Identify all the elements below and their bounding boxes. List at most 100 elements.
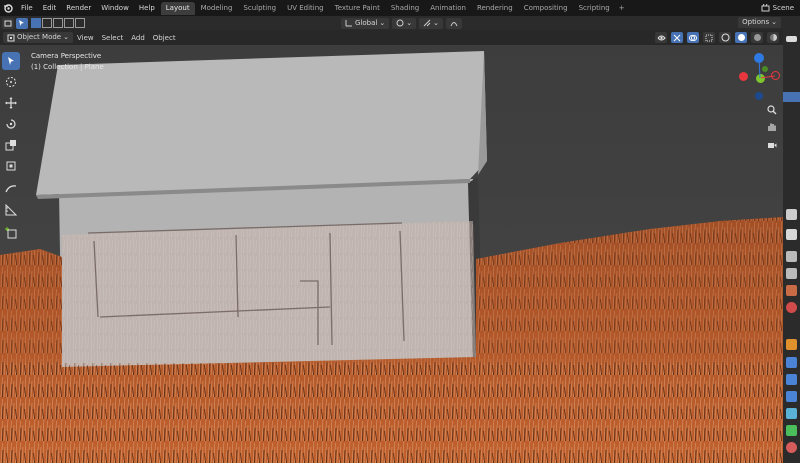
house-roof [36,51,487,195]
chevron-down-icon: ⌄ [406,18,413,27]
physics-tab-icon[interactable] [786,391,797,402]
outliner-selected-row[interactable] [783,92,800,102]
scene-selector[interactable]: Scene [761,0,800,16]
selection-mode-group[interactable] [31,18,85,28]
add-workspace-button[interactable]: + [615,4,629,12]
world-tab-icon[interactable] [786,302,797,313]
menu-add[interactable]: Add [127,34,149,42]
tab-modeling[interactable]: Modeling [196,2,238,15]
menu-select[interactable]: Select [98,34,128,42]
gizmo-icon [673,34,681,41]
gizmo-toggle-button[interactable] [671,32,683,43]
material-tab-icon[interactable] [786,442,797,453]
shading-solid-button[interactable] [735,32,747,43]
tool-tab-icon[interactable] [786,209,797,220]
overlays-toggle-button[interactable] [687,32,699,43]
wireframe-sphere-icon [721,33,729,42]
shading-wireframe-button[interactable] [719,32,731,43]
top-bar: File Edit Render Window Help Layout Mode… [0,0,800,16]
cursor-icon[interactable] [2,73,20,91]
select-extend-icon[interactable] [42,18,52,28]
proportional-edit-dropdown[interactable] [445,17,462,29]
pivot-point-dropdown[interactable]: ⌄ [392,17,417,29]
outliner-filter-icon[interactable] [786,36,797,42]
rendered-sphere-icon [769,34,777,41]
material-sphere-icon [753,34,761,41]
xray-toggle-button[interactable] [703,32,715,43]
grass-foreground [0,363,783,463]
snap-dropdown[interactable]: ⌄ [419,17,443,29]
menu-file[interactable]: File [16,0,38,16]
measure-icon[interactable] [2,201,20,219]
3d-viewport[interactable]: Camera Perspective (1) Collection | Plan… [0,45,783,463]
annotate-icon[interactable] [2,180,20,198]
select-invert-icon[interactable] [64,18,74,28]
scene-tab-icon[interactable] [786,285,797,296]
view3d-icon [4,20,12,27]
render-tab-icon[interactable] [786,229,797,240]
tab-compositing[interactable]: Compositing [519,2,573,15]
mode-label: Object Mode [17,33,62,41]
options-dropdown[interactable]: Options ⌄ [738,17,781,28]
menu-object[interactable]: Object [149,34,180,42]
solid-sphere-icon [737,34,745,41]
tab-rendering[interactable]: Rendering [472,2,518,15]
tab-layout[interactable]: Layout [160,1,195,15]
select-new-icon[interactable] [31,18,41,28]
scale-icon[interactable] [2,136,20,154]
menu-render[interactable]: Render [61,0,96,16]
tab-shading[interactable]: Shading [386,2,424,15]
camera-view-icon[interactable] [764,137,780,153]
transform-icon[interactable] [2,157,20,175]
properties-tab-strip [783,16,800,463]
visibility-dropdown[interactable] [655,32,667,43]
pivot-icon [396,19,404,27]
select-intersect-icon[interactable] [75,18,85,28]
editor-type-button[interactable] [2,17,14,29]
options-label: Options [742,18,770,26]
mode-dropdown[interactable]: Object Mode ⌄ [3,32,73,43]
select-tool-button[interactable] [16,17,28,29]
snap-icon [423,19,431,27]
cursor-arrow-icon [19,20,24,26]
chevron-down-icon: ⌄ [63,33,69,41]
blender-logo-icon[interactable] [3,3,13,13]
viewport-header: Object Mode ⌄ View Select Add Object [0,30,783,45]
tab-texture-paint[interactable]: Texture Paint [330,2,385,15]
menu-view[interactable]: View [73,34,98,42]
constraints-tab-icon[interactable] [786,408,797,419]
scene-render [0,45,783,463]
scene-icon [761,3,770,11]
chevron-down-icon: ⌄ [771,18,777,26]
pan-hand-icon[interactable] [764,119,780,135]
particles-tab-icon[interactable] [786,374,797,385]
tab-sculpting[interactable]: Sculpting [238,2,281,15]
menu-window[interactable]: Window [96,0,134,16]
camera-perspective-label: Camera Perspective [31,52,102,60]
move-icon[interactable] [2,94,20,112]
object-mode-icon [7,34,15,41]
output-tab-icon[interactable] [786,251,797,262]
data-tab-icon[interactable] [786,425,797,436]
tool-header: Global ⌄ ⌄ ⌄ Options ⌄ [0,16,783,30]
select-box-icon[interactable] [2,52,20,70]
tab-animation[interactable]: Animation [425,2,471,15]
menu-edit[interactable]: Edit [38,0,62,16]
view-layer-tab-icon[interactable] [786,268,797,279]
add-cube-icon[interactable] [2,224,20,242]
tool-shelf [2,52,22,245]
scene-name: Scene [772,4,794,12]
shading-rendered-button[interactable] [767,32,779,43]
transform-orientation-dropdown[interactable]: Global ⌄ [341,17,390,29]
shading-material-button[interactable] [751,32,763,43]
gizmo-lines [758,57,776,79]
menu-help[interactable]: Help [134,0,160,16]
orientation-icon [345,20,352,27]
object-tab-icon[interactable] [786,339,797,350]
tab-uv-editing[interactable]: UV Editing [282,2,329,15]
modifier-tab-icon[interactable] [786,357,797,368]
select-subtract-icon[interactable] [53,18,63,28]
tab-scripting[interactable]: Scripting [574,2,615,15]
zoom-icon[interactable] [764,102,780,118]
rotate-icon[interactable] [2,115,20,133]
